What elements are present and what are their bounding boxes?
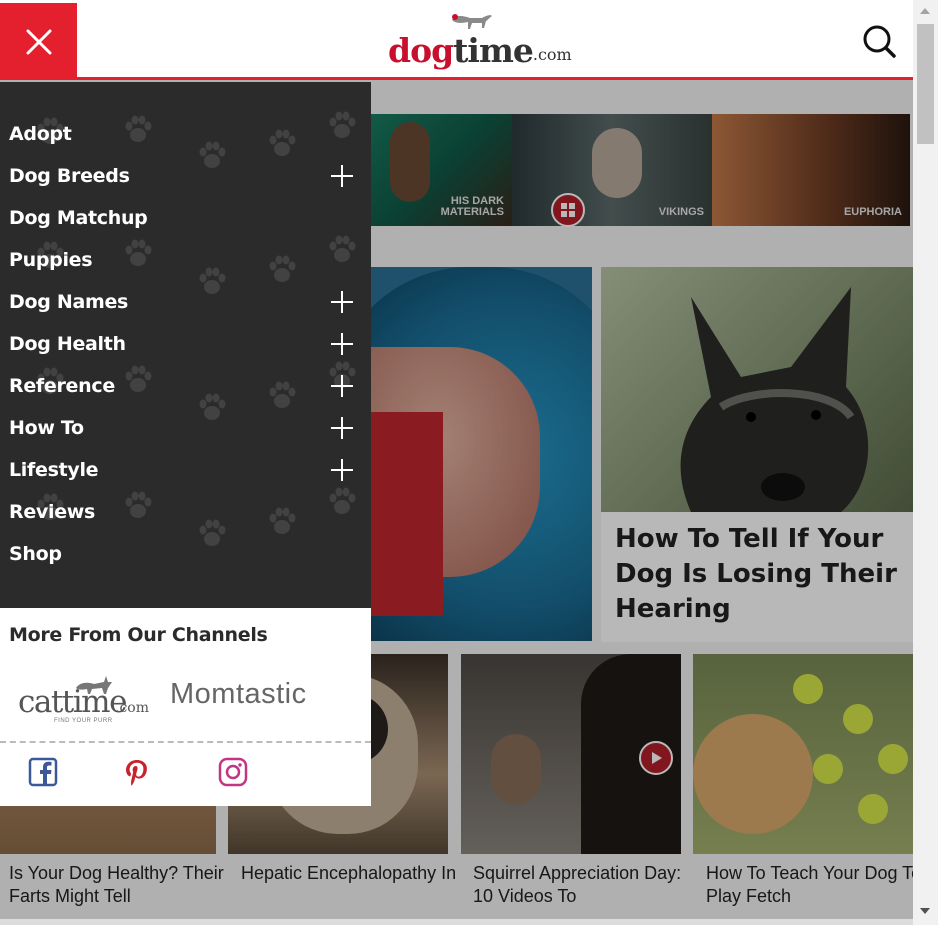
menu-item-label: Adopt <box>9 123 72 145</box>
article-tile-title[interactable]: Squirrel Appreciation Day: 10 Videos To <box>473 862 693 908</box>
tv-strip-euphoria[interactable]: EUPHORIA <box>712 114 910 226</box>
article-tile-title[interactable]: Is Your Dog Healthy? Their Farts Might T… <box>9 862 229 908</box>
instagram-link[interactable] <box>218 757 250 789</box>
momtastic-logo[interactable]: Momtastic <box>170 678 307 711</box>
menu-item-label: Shop <box>9 543 62 565</box>
expand-plus-icon[interactable] <box>331 333 353 355</box>
logo-dog-text: dog <box>388 31 454 70</box>
menu-item-label: Reviews <box>9 501 96 523</box>
menu-item-reference[interactable]: Reference <box>9 371 359 401</box>
cattime-logo[interactable]: cattime .com FIND YOUR PURR <box>18 672 149 724</box>
grid-icon <box>561 203 575 217</box>
cattime-tagline: FIND YOUR PURR <box>54 718 113 724</box>
menu-item-label: Reference <box>9 375 115 397</box>
tv-strip-his-dark-materials[interactable]: HIS DARK MATERIALS <box>370 114 512 226</box>
horizontal-scrollbar[interactable] <box>0 919 913 925</box>
menu-item-shop[interactable]: Shop <box>9 539 359 569</box>
menu-item-dog-matchup[interactable]: Dog Matchup <box>9 203 359 233</box>
cattime-com: .com <box>115 700 149 716</box>
play-icon <box>652 752 662 764</box>
menu-item-reviews[interactable]: Reviews <box>9 497 359 527</box>
channels-divider <box>0 741 371 743</box>
close-menu-button[interactable] <box>0 3 77 80</box>
feature-article-image <box>601 267 913 512</box>
video-play-button[interactable] <box>639 741 673 775</box>
search-button[interactable] <box>860 22 898 60</box>
scroll-thumb[interactable] <box>917 24 934 144</box>
menu-item-dog-breeds[interactable]: Dog Breeds <box>9 161 359 191</box>
menu-item-label: Puppies <box>9 249 93 271</box>
logo-dog-icon <box>452 14 492 29</box>
menu-item-lifestyle[interactable]: Lifestyle <box>9 455 359 485</box>
menu-item-adopt[interactable]: Adopt <box>9 119 359 149</box>
expand-plus-icon[interactable] <box>331 375 353 397</box>
channels-heading: More From Our Channels <box>9 624 268 646</box>
menu-item-dog-names[interactable]: Dog Names <box>9 287 359 317</box>
close-icon <box>26 29 51 54</box>
hero-article-image[interactable] <box>370 267 592 641</box>
feature-article-title[interactable]: How To Tell If Your Dog Is Losing Their … <box>615 522 905 627</box>
article-tile-title[interactable]: How To Teach Your Dog To Play Fetch <box>706 862 913 908</box>
cattime-word: cattime <box>18 684 127 720</box>
pinterest-icon <box>126 760 147 786</box>
article-tile-title[interactable]: Hepatic Encephalopathy In <box>241 862 461 885</box>
scroll-down-arrow-icon[interactable] <box>920 908 930 914</box>
instagram-icon <box>218 757 248 787</box>
tv-strip-vikings[interactable]: VIKINGS <box>512 114 712 226</box>
dogtime-logo[interactable]: dog time .com <box>388 12 572 70</box>
scroll-up-arrow-icon[interactable] <box>920 8 930 14</box>
strip-label: HIS DARK MATERIALS <box>440 195 504 218</box>
side-menu: Adopt Dog Breeds Dog Matchup Puppies Dog Nam… <box>0 82 371 608</box>
menu-item-label: Lifestyle <box>9 459 99 481</box>
feature-article-card[interactable]: How To Tell If Your Dog Is Losing Their … <box>601 267 913 642</box>
menu-item-label: Dog Names <box>9 291 129 313</box>
expand-plus-icon[interactable] <box>331 417 353 439</box>
menu-item-label: Dog Matchup <box>9 207 148 229</box>
vertical-scrollbar[interactable] <box>913 0 938 925</box>
expand-plus-icon[interactable] <box>331 459 353 481</box>
menu-item-label: How To <box>9 417 84 439</box>
expand-plus-icon[interactable] <box>331 291 353 313</box>
strip-label: EUPHORIA <box>843 206 902 218</box>
site-header: dog time .com <box>0 0 913 80</box>
logo-com-text: .com <box>532 45 572 64</box>
facebook-link[interactable] <box>28 757 60 789</box>
expand-plus-icon[interactable] <box>331 165 353 187</box>
menu-item-how-to[interactable]: How To <box>9 413 359 443</box>
pinterest-link[interactable] <box>122 757 154 789</box>
menu-item-dog-health[interactable]: Dog Health <box>9 329 359 359</box>
menu-item-label: Dog Breeds <box>9 165 130 187</box>
article-tile-image[interactable] <box>693 654 913 854</box>
menu-item-puppies[interactable]: Puppies <box>9 245 359 275</box>
search-icon <box>863 25 896 58</box>
gallery-grid-button[interactable] <box>551 193 585 227</box>
strip-label: VIKINGS <box>658 206 704 218</box>
menu-item-label: Dog Health <box>9 333 126 355</box>
more-channels-panel: More From Our Channels cattime .com FIND… <box>0 608 371 806</box>
facebook-icon <box>28 757 58 787</box>
hero-red-overlay <box>370 412 443 616</box>
logo-time-text: time <box>453 31 534 70</box>
